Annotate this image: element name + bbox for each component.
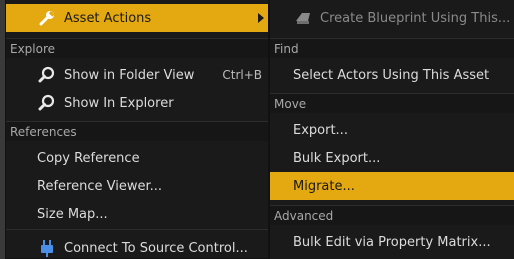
menu-item-label: Create Blueprint Using This... <box>320 10 511 26</box>
wrench-icon <box>38 9 56 27</box>
menu-item-connect-source-control[interactable]: Connect To Source Control... <box>6 234 268 258</box>
menu-item-migrate[interactable]: Migrate... <box>270 172 514 200</box>
menu-item-size-map[interactable]: Size Map... <box>6 200 268 228</box>
menu-item-label: Connect To Source Control... <box>64 240 248 256</box>
section-header-find: Find <box>270 38 514 58</box>
source-control-plug-icon <box>38 239 56 257</box>
blueprint-icon <box>294 9 312 27</box>
menu-item-label: Select Actors Using This Asset <box>293 67 490 83</box>
menu-item-reference-viewer[interactable]: Reference Viewer... <box>6 172 268 200</box>
asset-actions-submenu: Create Blueprint Using This... Find Sele… <box>269 0 514 259</box>
menu-separator <box>6 229 268 230</box>
magnifier-icon <box>38 94 56 112</box>
menu-item-label: Reference Viewer... <box>37 178 162 194</box>
menu-item-label: Show In Explorer <box>64 95 174 111</box>
asset-context-menu: Asset Actions Explore Show in Folder Vie… <box>5 0 269 259</box>
section-header-move: Move <box>270 93 514 113</box>
menu-item-label: Bulk Export... <box>293 150 381 166</box>
menu-item-select-actors[interactable]: Select Actors Using This Asset <box>270 61 514 89</box>
menu-item-create-blueprint[interactable]: Create Blueprint Using This... <box>270 4 514 32</box>
section-header-explore: Explore <box>6 38 268 58</box>
magnifier-icon <box>38 66 56 84</box>
menu-item-copy-reference[interactable]: Copy Reference <box>6 144 268 172</box>
menu-item-show-in-explorer[interactable]: Show In Explorer <box>6 89 268 117</box>
section-header-references: References <box>6 121 268 141</box>
menu-item-label: Bulk Edit via Property Matrix... <box>293 234 491 250</box>
menu-item-bulk-export[interactable]: Bulk Export... <box>270 144 514 172</box>
menu-item-label: Export... <box>293 122 348 138</box>
menu-item-asset-actions[interactable]: Asset Actions <box>6 4 268 32</box>
menu-item-label: Migrate... <box>293 178 355 194</box>
menu-item-show-in-folder-view[interactable]: Show in Folder View Ctrl+B <box>6 61 268 89</box>
menu-item-export[interactable]: Export... <box>270 116 514 144</box>
section-header-advanced: Advanced <box>270 205 514 225</box>
menu-item-label: Asset Actions <box>64 10 152 26</box>
menu-item-label: Copy Reference <box>37 150 140 166</box>
submenu-arrow-icon <box>258 13 264 23</box>
shortcut-label: Ctrl+B <box>222 68 262 82</box>
menu-item-label: Show in Folder View <box>64 67 195 83</box>
menu-item-bulk-edit-property-matrix[interactable]: Bulk Edit via Property Matrix... <box>270 228 514 256</box>
menu-item-label: Size Map... <box>37 206 108 222</box>
